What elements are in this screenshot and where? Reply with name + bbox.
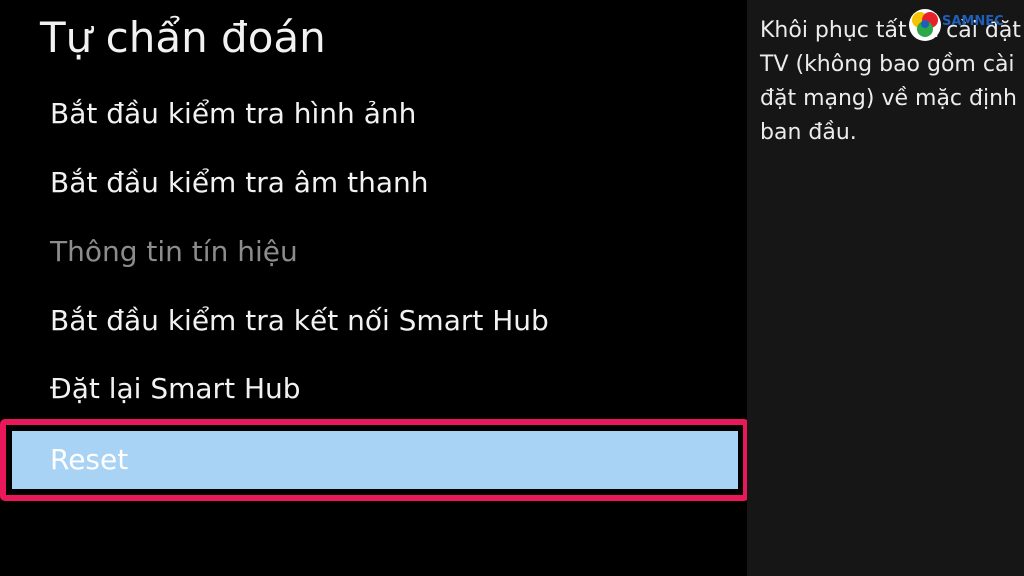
menu-item-picture-test[interactable]: Bắt đầu kiểm tra hình ảnh: [50, 92, 416, 136]
brand-logo: SAMNEC: [908, 6, 1018, 44]
menu-item-reset-smart-hub[interactable]: Đặt lại Smart Hub: [50, 367, 301, 411]
menu-item-sound-test[interactable]: Bắt đầu kiểm tra âm thanh: [50, 161, 428, 205]
menu-panel: Tự chẩn đoán Bắt đầu kiểm tra hình ảnh B…: [0, 0, 749, 576]
menu-item-signal-info: Thông tin tín hiệu: [50, 235, 298, 268]
brand-logo-icon: [909, 9, 941, 41]
help-panel: Khôi phục tất cả cài đặt TV (không bao g…: [747, 0, 1024, 576]
menu-item-smart-hub-connection-test[interactable]: Bắt đầu kiểm tra kết nối Smart Hub: [50, 299, 549, 343]
page-title: Tự chẩn đoán: [40, 13, 326, 62]
brand-logo-text: SAMNEC: [942, 14, 1004, 29]
reset-highlight-frame: [0, 419, 749, 501]
